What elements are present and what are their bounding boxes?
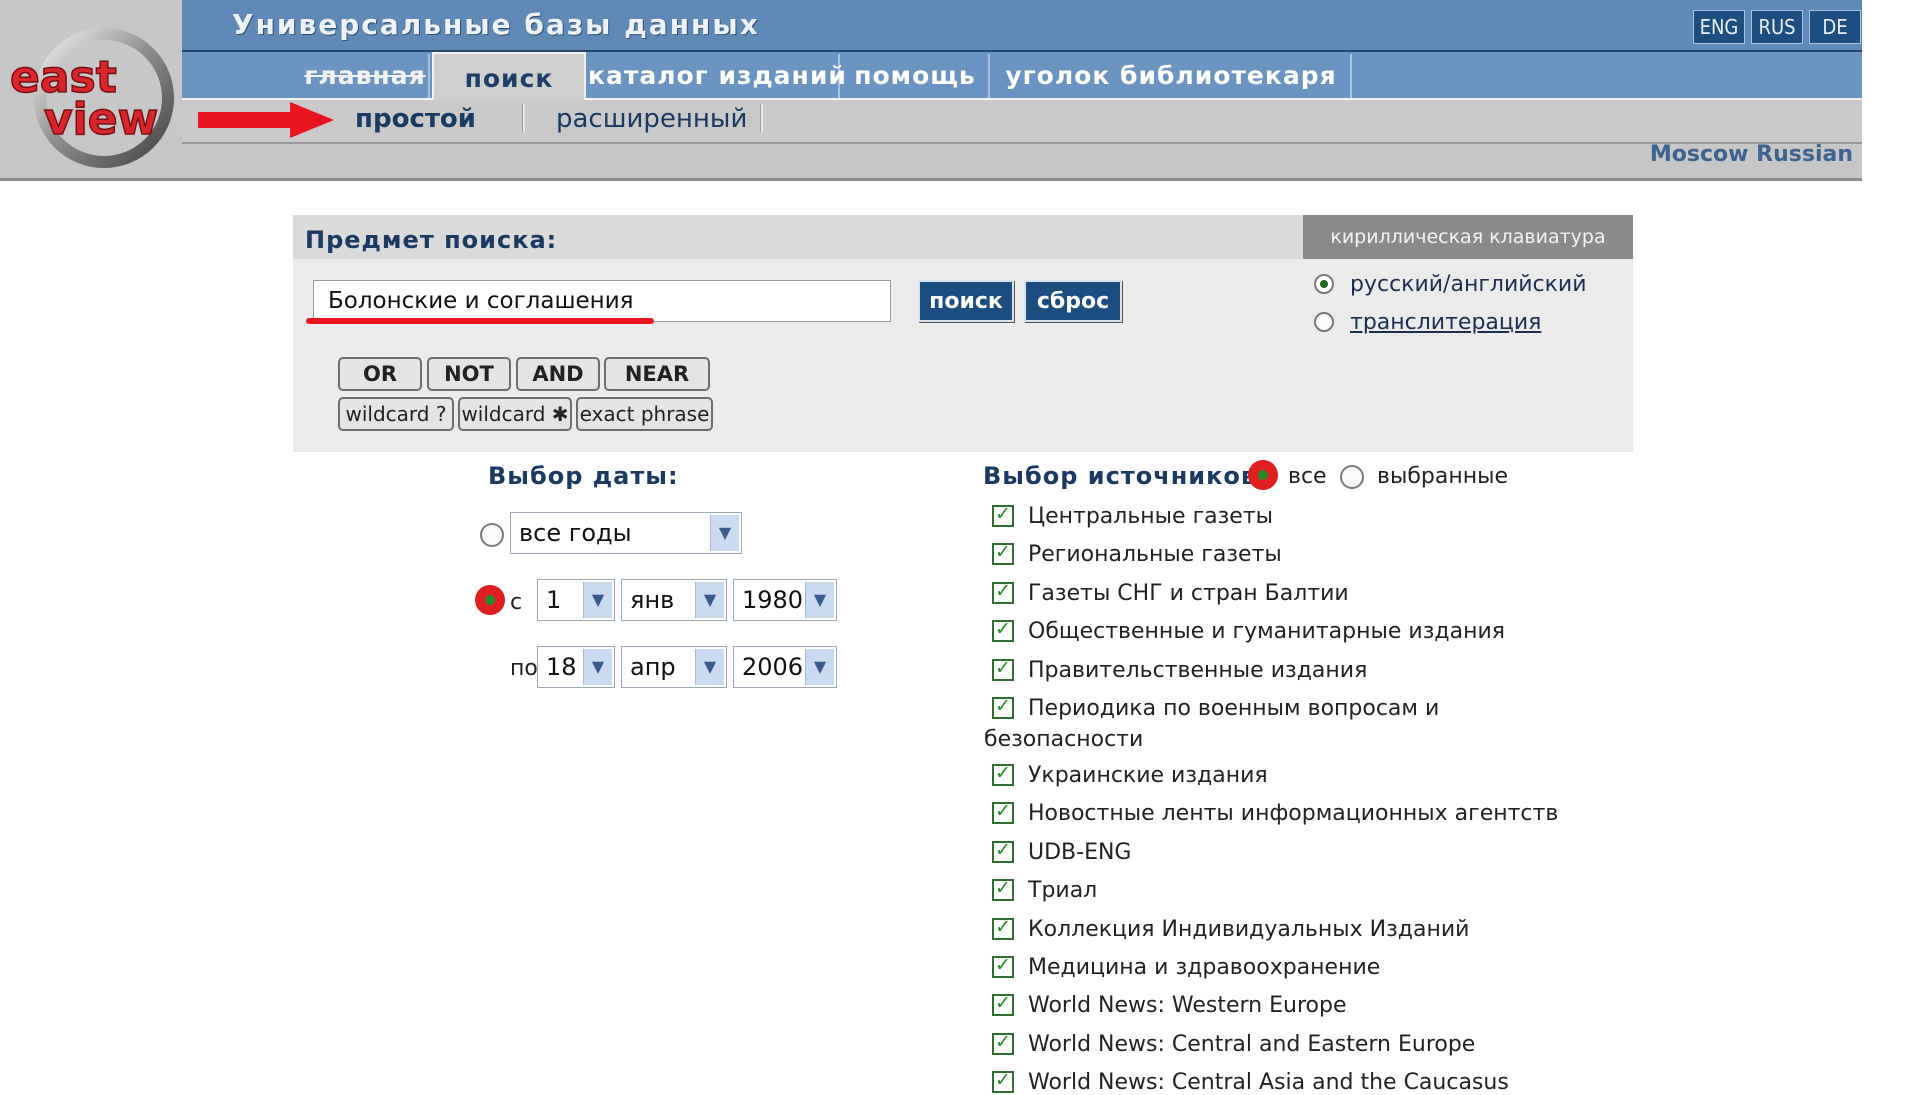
- date-to-label: по: [510, 656, 538, 681]
- chevron-down-icon: ▼: [695, 649, 724, 685]
- tab-home[interactable]: главная: [302, 54, 430, 98]
- tab-catalog[interactable]: каталог изданий: [588, 54, 846, 98]
- subtab-simple[interactable]: простой: [355, 100, 476, 138]
- source-option-all[interactable]: все: [1288, 464, 1327, 489]
- source-label[interactable]: Периодика по военным вопросам и: [1028, 696, 1439, 721]
- source-option-selected[interactable]: выбранные: [1377, 464, 1508, 489]
- all-years-select-value: все годы: [519, 519, 632, 547]
- to-year-select[interactable]: 2006 ▼: [733, 646, 837, 688]
- red-arrow-annotation: [198, 102, 334, 138]
- source-checkbox[interactable]: [992, 1069, 1014, 1093]
- source-label[interactable]: Региональные газеты: [1028, 542, 1282, 567]
- to-month-value: апр: [630, 653, 676, 681]
- subtab-separator: [522, 104, 525, 132]
- wildcard-question-button[interactable]: wildcard ?: [338, 397, 454, 431]
- source-checkbox[interactable]: [992, 1031, 1014, 1055]
- source-checkbox[interactable]: [992, 800, 1014, 824]
- source-radio-selected[interactable]: [1340, 465, 1364, 489]
- cyrillic-keyboard-header[interactable]: кириллическая клавиатура: [1303, 215, 1633, 259]
- source-label[interactable]: World News: Western Europe: [1028, 993, 1346, 1018]
- keyboard-option-rus-eng[interactable]: русский/английский: [1350, 272, 1587, 297]
- chevron-down-icon: ▼: [805, 649, 834, 685]
- tab-help[interactable]: помощь: [842, 54, 990, 98]
- search-button[interactable]: поиск: [918, 280, 1014, 322]
- source-checkbox[interactable]: [992, 580, 1014, 604]
- source-label[interactable]: Новостные ленты информационных агентств: [1028, 801, 1558, 826]
- source-checkbox[interactable]: [992, 877, 1014, 901]
- east-view-logo[interactable]: east view: [0, 26, 182, 176]
- all-years-select[interactable]: все годы ▼: [510, 512, 742, 554]
- region-label: Moscow Russian: [1649, 142, 1853, 167]
- reset-button[interactable]: сброс: [1024, 280, 1122, 322]
- source-checkbox[interactable]: [992, 657, 1014, 681]
- keyboard-radio-rus-eng[interactable]: [1314, 274, 1334, 294]
- lang-eng-button[interactable]: ENG: [1693, 10, 1745, 44]
- tab-search[interactable]: поиск: [432, 52, 586, 100]
- logo-text-view: view: [44, 94, 158, 145]
- source-checkbox[interactable]: [992, 541, 1014, 565]
- source-checkbox[interactable]: [992, 839, 1014, 863]
- source-checkbox[interactable]: [992, 954, 1014, 978]
- logo-graphic: east view: [9, 28, 174, 168]
- source-label[interactable]: World News: Central Asia and the Caucasu…: [1028, 1070, 1509, 1095]
- exact-phrase-button[interactable]: exact phrase: [576, 397, 713, 431]
- subtab-separator: [760, 104, 763, 132]
- from-month-select[interactable]: янв ▼: [621, 579, 727, 621]
- subtab-advanced[interactable]: расширенный: [556, 100, 747, 138]
- from-year-select[interactable]: 1980 ▼: [733, 579, 837, 621]
- date-from-label: с: [510, 590, 523, 615]
- date-radio-range[interactable]: [475, 585, 505, 615]
- from-year-value: 1980: [742, 586, 804, 614]
- lang-de-button[interactable]: DE: [1809, 10, 1861, 44]
- from-month-value: янв: [630, 586, 675, 614]
- source-checkbox[interactable]: [992, 916, 1014, 940]
- wildcard-star-button[interactable]: wildcard ✱: [458, 397, 572, 431]
- from-day-select[interactable]: 1 ▼: [537, 579, 615, 621]
- date-radio-all-years[interactable]: [480, 523, 504, 547]
- lang-rus-button[interactable]: RUS: [1751, 10, 1803, 44]
- source-label[interactable]: Триал: [1028, 878, 1097, 903]
- chevron-down-icon: ▼: [583, 649, 612, 685]
- source-checkbox[interactable]: [992, 695, 1014, 719]
- operator-and-button[interactable]: AND: [516, 357, 600, 391]
- source-label[interactable]: Коллекция Индивидуальных Изданий: [1028, 917, 1469, 942]
- chevron-down-icon: ▼: [710, 515, 739, 551]
- source-checkbox[interactable]: [992, 503, 1014, 527]
- to-day-value: 18: [546, 653, 577, 681]
- source-radio-all[interactable]: [1248, 460, 1278, 490]
- chevron-down-icon: ▼: [583, 582, 612, 618]
- tab-librarian-corner[interactable]: уголок библиотекаря: [992, 54, 1352, 98]
- source-label[interactable]: Украинские издания: [1028, 763, 1268, 788]
- source-checkbox[interactable]: [992, 992, 1014, 1016]
- source-label[interactable]: Центральные газеты: [1028, 504, 1273, 529]
- to-month-select[interactable]: апр ▼: [621, 646, 727, 688]
- source-label-continuation: безопасности: [984, 727, 1144, 752]
- red-underline-annotation: [306, 318, 654, 324]
- chevron-down-icon: ▼: [695, 582, 724, 618]
- operator-not-button[interactable]: NOT: [427, 357, 511, 391]
- source-label[interactable]: Общественные и гуманитарные издания: [1028, 619, 1505, 644]
- source-label[interactable]: Медицина и здравоохранение: [1028, 955, 1380, 980]
- source-label[interactable]: Газеты СНГ и стран Балтии: [1028, 581, 1349, 606]
- source-checkbox[interactable]: [992, 618, 1014, 642]
- to-year-value: 2006: [742, 653, 804, 681]
- keyboard-radio-translit[interactable]: [1314, 312, 1334, 332]
- search-input[interactable]: [313, 280, 891, 322]
- date-selection-title: Выбор даты:: [488, 462, 679, 490]
- operator-or-button[interactable]: OR: [338, 357, 422, 391]
- keyboard-option-translit[interactable]: транслитерация: [1350, 310, 1541, 335]
- source-selection-title: Выбор источников:: [983, 462, 1268, 490]
- source-label[interactable]: World News: Central and Eastern Europe: [1028, 1032, 1475, 1057]
- site-title: Универсальные базы данных: [232, 8, 760, 41]
- from-day-value: 1: [546, 586, 562, 614]
- source-checkbox[interactable]: [992, 762, 1014, 786]
- operator-near-button[interactable]: NEAR: [604, 357, 710, 391]
- source-label[interactable]: Правительственные издания: [1028, 658, 1367, 683]
- source-label[interactable]: UDB-ENG: [1028, 840, 1131, 865]
- to-day-select[interactable]: 18 ▼: [537, 646, 615, 688]
- chevron-down-icon: ▼: [805, 582, 834, 618]
- search-subject-label: Предмет поиска:: [305, 226, 558, 254]
